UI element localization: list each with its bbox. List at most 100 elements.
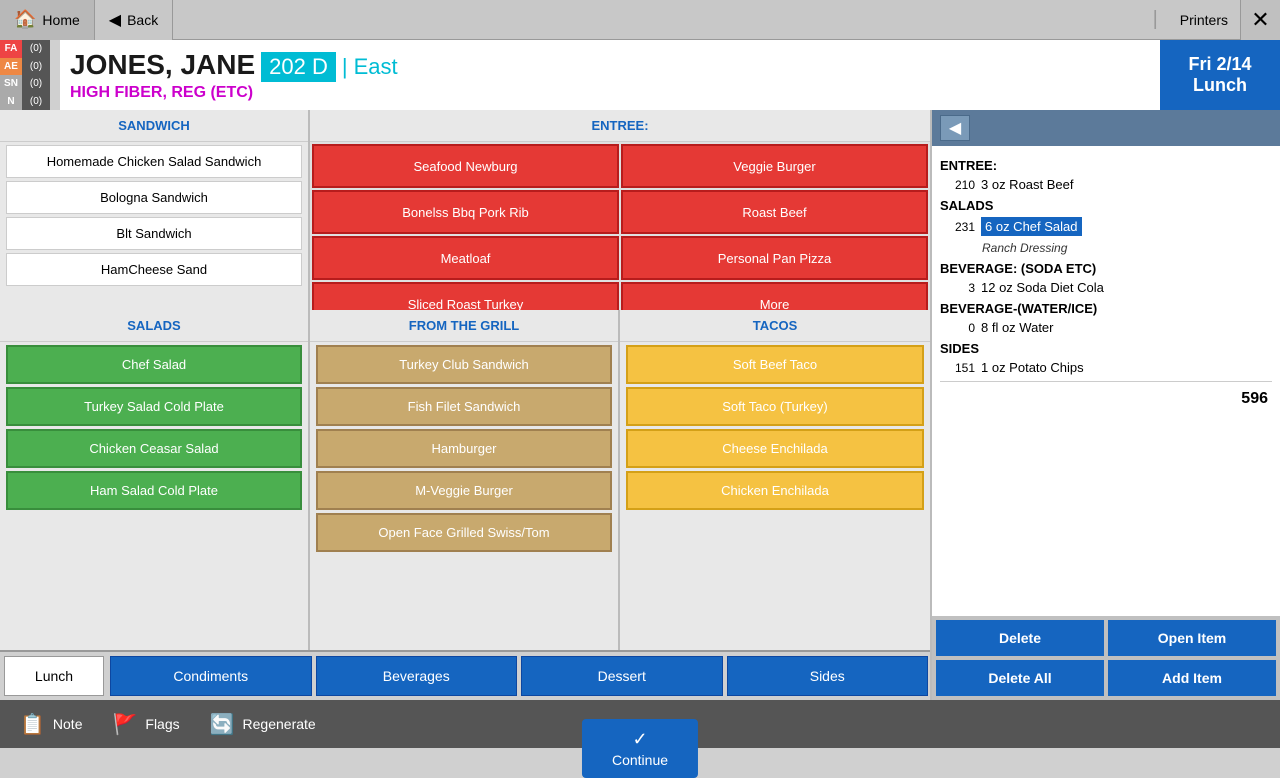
- tacos-header: TACOS: [620, 310, 930, 342]
- taco-item-1[interactable]: Soft Beef Taco: [626, 345, 924, 384]
- panel-bev-water-item-1[interactable]: 8 fl oz Water: [981, 320, 1053, 335]
- panel-total: 596: [940, 381, 1272, 416]
- grill-item-3[interactable]: Hamburger: [316, 429, 612, 468]
- salad-item-3[interactable]: Chicken Ceasar Salad: [6, 429, 302, 468]
- patient-wing: East: [354, 54, 398, 80]
- panel-section-entree: ENTREE: 210 3 oz Roast Beef: [940, 158, 1272, 194]
- entree-header: ENTREE:: [310, 110, 930, 142]
- panel-nav: ◀: [932, 110, 1280, 146]
- grill-item-2[interactable]: Fish Filet Sandwich: [316, 387, 612, 426]
- patient-name: JONES, JANE: [70, 49, 255, 81]
- separator-pipe: |: [342, 54, 348, 80]
- panel-salads-sub-1: Ranch Dressing: [982, 241, 1067, 255]
- patient-room: 202 D: [261, 52, 336, 82]
- sandwich-item-2[interactable]: Bologna Sandwich: [6, 181, 302, 214]
- patient-diet: HIGH FIBER, REG (ETC): [70, 84, 1160, 102]
- entree-item-5[interactable]: Meatloaf: [312, 236, 619, 280]
- panel-actions: Delete Open Item Delete All Add Item: [932, 616, 1280, 700]
- flag-fa: FA: [0, 40, 22, 58]
- regenerate-button[interactable]: 🔄 Regenerate: [210, 712, 316, 737]
- panel-section-beverage-soda: BEVERAGE: (SODA ETC) 3 12 oz Soda Diet C…: [940, 261, 1272, 297]
- patient-info: JONES, JANE 202 D | East HIGH FIBER, REG…: [60, 40, 1160, 110]
- salads-section: SALADS Chef Salad Turkey Salad Cold Plat…: [0, 310, 310, 650]
- panel-bev-soda-cal-1: 3: [940, 281, 975, 295]
- taco-item-4[interactable]: Chicken Enchilada: [626, 471, 924, 510]
- panel-section-salads: SALADS 231 6 oz Chef Salad Ranch Dressin…: [940, 198, 1272, 257]
- delete-button[interactable]: Delete: [936, 620, 1104, 656]
- grill-item-1[interactable]: Turkey Club Sandwich: [316, 345, 612, 384]
- salad-item-4[interactable]: Ham Salad Cold Plate: [6, 471, 302, 510]
- panel-sides-item-1[interactable]: 1 oz Potato Chips: [981, 360, 1084, 375]
- entree-item-6[interactable]: Personal Pan Pizza: [621, 236, 928, 280]
- flags-icon: 🚩: [112, 712, 137, 737]
- panel-entree-title: ENTREE:: [940, 158, 1272, 173]
- panel-section-sides: SIDES 151 1 oz Potato Chips: [940, 341, 1272, 377]
- sandwich-header: SANDWICH: [0, 110, 308, 142]
- open-item-button[interactable]: Open Item: [1108, 620, 1276, 656]
- tab-condiments[interactable]: Condiments: [110, 656, 312, 696]
- back-icon: ◀: [109, 10, 121, 30]
- bottom-tabs: Lunch Condiments Beverages Dessert Sides: [0, 650, 930, 700]
- printers-label: Printers: [1180, 12, 1228, 28]
- entree-item-2[interactable]: Veggie Burger: [621, 144, 928, 188]
- entree-section: ENTREE: Seafood Newburg Veggie Burger Bo…: [310, 110, 930, 310]
- panel-salads-item-1[interactable]: 6 oz Chef Salad: [981, 217, 1082, 236]
- note-button[interactable]: 📋 Note: [20, 712, 82, 737]
- close-icon: ✕: [1251, 7, 1269, 33]
- panel-sides-cal-1: 151: [940, 361, 975, 375]
- tab-lunch[interactable]: Lunch: [4, 656, 104, 696]
- grill-header: FROM THE GRILL: [310, 310, 618, 342]
- sandwich-item-1[interactable]: Homemade Chicken Salad Sandwich: [6, 145, 302, 178]
- home-icon: 🏠: [14, 9, 36, 30]
- flag-sn: SN: [0, 75, 22, 93]
- footer: 📋 Note 🚩 Flags 🔄 Regenerate ✓ Continue: [0, 700, 1280, 748]
- sandwich-item-4[interactable]: HamCheese Sand: [6, 253, 302, 286]
- back-label: Back: [127, 12, 158, 28]
- salad-item-2[interactable]: Turkey Salad Cold Plate: [6, 387, 302, 426]
- flags-button[interactable]: 🚩 Flags: [112, 712, 179, 737]
- grill-item-4[interactable]: M-Veggie Burger: [316, 471, 612, 510]
- patient-flags: FA(0) AE(0) SN(0) N(0): [0, 40, 60, 110]
- salads-header: SALADS: [0, 310, 308, 342]
- panel-left-arrow[interactable]: ◀: [940, 115, 970, 141]
- panel-salads-cal-1: 231: [940, 220, 975, 234]
- flag-n: N: [0, 93, 22, 111]
- order-panel: ◀ ENTREE: 210 3 oz Roast Beef SALADS 231…: [930, 110, 1280, 700]
- home-button[interactable]: 🏠 Home: [0, 0, 95, 40]
- panel-section-beverage-water: BEVERAGE-(WATER/ICE) 0 8 fl oz Water: [940, 301, 1272, 337]
- panel-entree-cal-1: 210: [940, 178, 975, 192]
- date-display: Fri 2/14: [1188, 54, 1251, 75]
- grill-item-5[interactable]: Open Face Grilled Swiss/Tom: [316, 513, 612, 552]
- continue-button[interactable]: ✓ Continue: [582, 719, 698, 778]
- flag-ae: AE: [0, 58, 22, 76]
- panel-content: ENTREE: 210 3 oz Roast Beef SALADS 231 6…: [932, 146, 1280, 616]
- back-button[interactable]: ◀ Back: [95, 0, 173, 40]
- entree-item-3[interactable]: Bonelss Bbq Pork Rib: [312, 190, 619, 234]
- note-icon: 📋: [20, 712, 45, 737]
- flags-label: Flags: [145, 716, 179, 732]
- printers-button[interactable]: Printers: [1168, 12, 1240, 28]
- continue-label: Continue: [612, 752, 668, 768]
- regenerate-label: Regenerate: [243, 716, 316, 732]
- taco-item-3[interactable]: Cheese Enchilada: [626, 429, 924, 468]
- regenerate-icon: 🔄: [210, 712, 235, 737]
- add-item-button[interactable]: Add Item: [1108, 660, 1276, 696]
- taco-item-2[interactable]: Soft Taco (Turkey): [626, 387, 924, 426]
- panel-entree-item-1[interactable]: 3 oz Roast Beef: [981, 177, 1074, 192]
- check-icon: ✓: [632, 729, 647, 750]
- tab-beverages[interactable]: Beverages: [316, 656, 518, 696]
- delete-all-button[interactable]: Delete All: [936, 660, 1104, 696]
- panel-bev-water-title: BEVERAGE-(WATER/ICE): [940, 301, 1272, 316]
- sandwich-section: SANDWICH Homemade Chicken Salad Sandwich…: [0, 110, 310, 310]
- entree-item-1[interactable]: Seafood Newburg: [312, 144, 619, 188]
- tab-sides[interactable]: Sides: [727, 656, 929, 696]
- note-label: Note: [53, 716, 83, 732]
- sandwich-item-3[interactable]: Blt Sandwich: [6, 217, 302, 250]
- panel-bev-soda-item-1[interactable]: 12 oz Soda Diet Cola: [981, 280, 1104, 295]
- home-label: Home: [42, 12, 79, 28]
- entree-item-4[interactable]: Roast Beef: [621, 190, 928, 234]
- tab-dessert[interactable]: Dessert: [521, 656, 723, 696]
- salad-item-1[interactable]: Chef Salad: [6, 345, 302, 384]
- grill-section: FROM THE GRILL Turkey Club Sandwich Fish…: [310, 310, 620, 650]
- close-button[interactable]: ✕: [1240, 0, 1280, 40]
